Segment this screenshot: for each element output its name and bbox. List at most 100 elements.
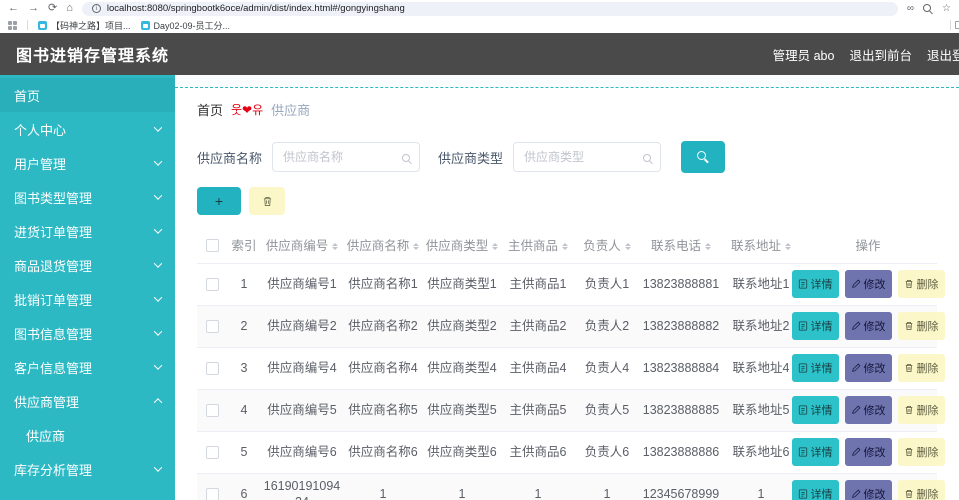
sidebar-subitem-供应商[interactable]: 供应商 xyxy=(0,418,175,452)
bookmarks-divider xyxy=(27,20,28,30)
sidebar-item-1[interactable]: 个人中心 xyxy=(0,112,175,146)
sidebar-item-3[interactable]: 图书类型管理 xyxy=(0,180,175,214)
batch-delete-button[interactable] xyxy=(249,187,285,215)
select-all-checkbox[interactable] xyxy=(205,238,219,252)
sort-carets-icon[interactable] xyxy=(562,240,568,253)
column-header[interactable]: 主供商品 xyxy=(501,227,575,264)
reload-icon[interactable]: ⟳ xyxy=(48,3,57,14)
row-actions: 详情 修改 删除 xyxy=(791,354,945,382)
forward-icon[interactable]: → xyxy=(28,3,39,14)
detail-button[interactable]: 详情 xyxy=(791,396,839,424)
breadcrumb-home[interactable]: 首页 xyxy=(197,100,223,119)
row-checkbox[interactable] xyxy=(205,446,219,460)
exit-to-front-button[interactable]: 退出到前台 xyxy=(849,45,912,64)
edit-icon xyxy=(851,447,860,456)
cell-phone: 12345678999 xyxy=(639,473,723,500)
cell-name: 供应商名称4 xyxy=(343,347,423,390)
address-bar: ← → ⟳ ⌂ i localhost:8080/springbootk6oce… xyxy=(0,0,959,17)
layout: 首页 个人中心 用户管理 图书类型管理 进货订单管理 商品退货管理 批销订单管理 图书信息管理… xyxy=(0,75,959,500)
sidebar-item-home[interactable]: 首页 xyxy=(0,78,175,112)
sidebar-item-2[interactable]: 用户管理 xyxy=(0,146,175,180)
sort-carets-icon[interactable] xyxy=(785,240,791,253)
home-icon[interactable]: ⌂ xyxy=(66,3,73,14)
bookmark-star-icon[interactable]: ☆ xyxy=(942,3,951,14)
sidebar-item-label: 供应商管理 xyxy=(14,394,80,410)
cell-index: 6 xyxy=(227,473,261,500)
delete-button[interactable]: 删除 xyxy=(897,354,945,382)
detail-button[interactable]: 详情 xyxy=(791,480,839,500)
cell-index: 3 xyxy=(227,347,261,390)
bookmark-item[interactable]: Day02-09-员工分... xyxy=(140,19,230,32)
back-icon[interactable]: ← xyxy=(8,3,19,14)
sidebar-item-5[interactable]: 商品退货管理 xyxy=(0,248,175,282)
edit-button[interactable]: 修改 xyxy=(844,396,892,424)
header-user[interactable]: 管理员 abo xyxy=(773,45,835,64)
detail-icon xyxy=(798,405,807,415)
search-icon xyxy=(697,151,709,163)
delete-button[interactable]: 删除 xyxy=(897,396,945,424)
supplier-type-input[interactable] xyxy=(513,142,662,172)
sort-carets-icon[interactable] xyxy=(624,240,631,253)
sidebar-item-4[interactable]: 进货订单管理 xyxy=(0,214,175,248)
sidebar-item-7[interactable]: 图书信息管理 xyxy=(0,316,175,350)
search-button[interactable] xyxy=(681,141,726,173)
detail-icon xyxy=(798,489,807,499)
sort-carets-icon[interactable] xyxy=(413,240,420,253)
sidebar-item-10[interactable]: 库存分析管理 xyxy=(0,452,175,486)
edit-button[interactable]: 修改 xyxy=(844,354,892,382)
column-header[interactable]: 供应商类型 xyxy=(423,227,501,264)
trash-icon xyxy=(263,196,271,206)
bookmark-item[interactable]: 【码神之路】项目... xyxy=(38,19,131,32)
delete-button[interactable]: 删除 xyxy=(897,480,945,500)
sort-carets-icon[interactable] xyxy=(332,240,339,253)
column-header[interactable]: 联系电话 xyxy=(639,227,723,264)
row-checkbox[interactable] xyxy=(205,320,219,334)
cell-address: 联系地址4 xyxy=(723,347,799,390)
row-checkbox[interactable] xyxy=(205,488,219,500)
column-header[interactable]: 供应商名称 xyxy=(343,227,423,264)
logout-button[interactable]: 退出登录 xyxy=(927,45,959,64)
delete-button[interactable]: 删除 xyxy=(897,438,945,466)
chevron-down-icon xyxy=(153,123,163,132)
sidebar-item-6[interactable]: 批销订单管理 xyxy=(0,282,175,316)
content-card: 首页 웃❤유 供应商 供应商名称 供应商类型 + xyxy=(175,87,959,500)
cell-manager: 1 xyxy=(575,473,639,500)
add-button[interactable]: + xyxy=(197,187,241,215)
table-header-row: 索引 供应商编号 供应商名称 供应商类型 主供商品 负责人 联系电话 联系地址 操作 xyxy=(197,227,937,264)
page-info-icon[interactable]: i xyxy=(91,4,101,13)
sidebar-item-8[interactable]: 客户信息管理 xyxy=(0,350,175,384)
row-checkbox[interactable] xyxy=(205,362,219,376)
table-row: 1 供应商编号1 供应商名称1 供应商类型1 主供商品1 负责人1 13823888881 联… xyxy=(197,263,945,306)
column-header[interactable]: 供应商编号 xyxy=(261,227,343,264)
zoom-icon[interactable] xyxy=(923,3,933,14)
sidebar-item-9[interactable]: 供应商管理 xyxy=(0,384,175,418)
reading-list-icon[interactable]: ∞ xyxy=(907,3,914,14)
row-checkbox-cell xyxy=(197,305,227,348)
edit-button[interactable]: 修改 xyxy=(844,270,892,298)
delete-button[interactable]: 删除 xyxy=(897,270,945,298)
sort-carets-icon[interactable] xyxy=(705,240,711,253)
url-field[interactable]: i localhost:8080/springbootk6oce/admin/d… xyxy=(81,1,898,16)
column-header[interactable]: 联系地址 xyxy=(723,227,799,264)
sort-carets-icon[interactable] xyxy=(492,240,499,253)
column-header[interactable]: 负责人 xyxy=(575,227,639,264)
detail-button[interactable]: 详情 xyxy=(791,438,839,466)
supplier-table: 索引 供应商编号 供应商名称 供应商类型 主供商品 负责人 联系电话 联系地址 操作 1 供应商编… xyxy=(197,227,945,500)
cell-address: 联系地址1 xyxy=(723,263,799,306)
url-text[interactable]: localhost:8080/springbootk6oce/admin/dis… xyxy=(107,3,405,14)
detail-button[interactable]: 详情 xyxy=(791,270,839,298)
edit-button[interactable]: 修改 xyxy=(844,312,892,340)
sidebar-item-label: 库存分析管理 xyxy=(14,462,93,478)
apps-grid-icon[interactable] xyxy=(8,20,17,30)
detail-button[interactable]: 详情 xyxy=(791,312,839,340)
row-actions: 详情 修改 删除 xyxy=(791,480,945,500)
column-header-label: 索引 xyxy=(231,239,257,254)
edit-button[interactable]: 修改 xyxy=(844,480,892,500)
supplier-name-input[interactable] xyxy=(272,142,421,172)
detail-button[interactable]: 详情 xyxy=(791,354,839,382)
chevron-up-icon xyxy=(153,398,163,407)
row-checkbox[interactable] xyxy=(205,278,219,292)
delete-button[interactable]: 删除 xyxy=(897,312,945,340)
edit-button[interactable]: 修改 xyxy=(844,438,892,466)
row-checkbox[interactable] xyxy=(205,404,219,418)
